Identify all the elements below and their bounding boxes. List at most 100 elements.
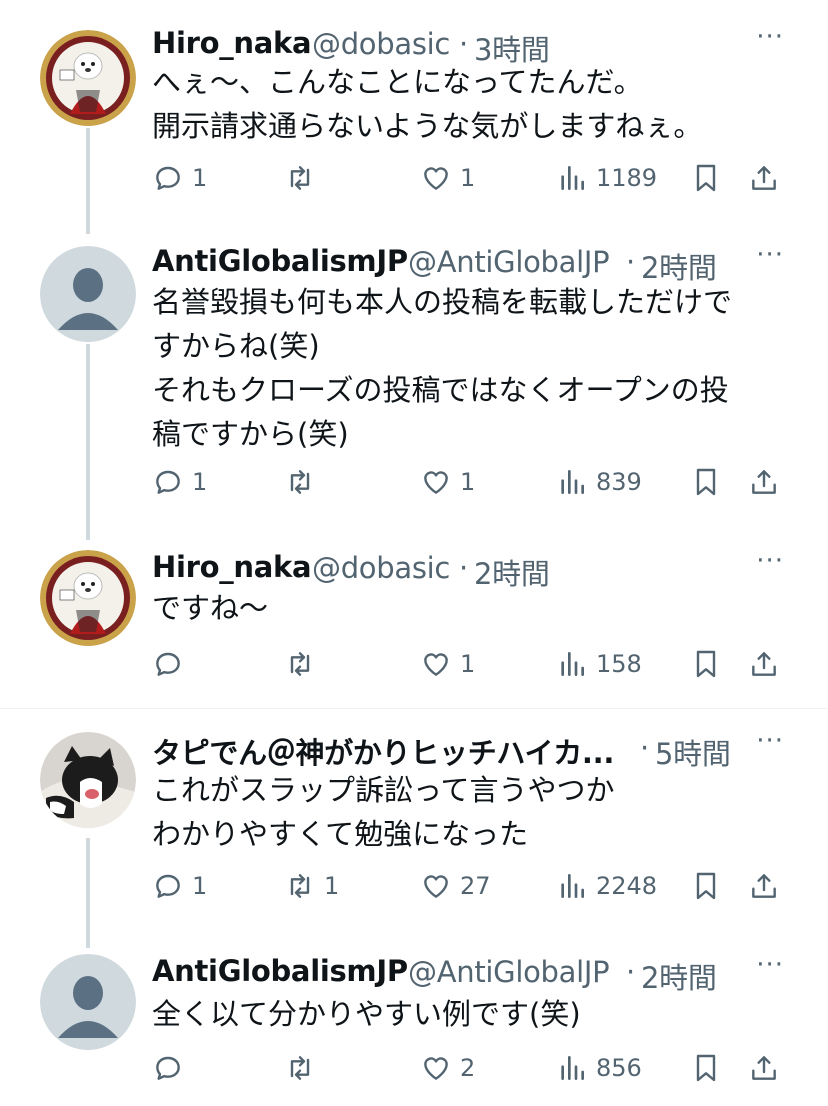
reply-icon — [156, 1056, 180, 1080]
bookmark-icon — [696, 164, 716, 192]
reply-button[interactable]: 1 — [152, 462, 207, 502]
tweet-text-line: それもクローズの投稿ではなくオープンの投 — [152, 373, 729, 407]
bookmark-icon — [696, 1054, 716, 1082]
share-icon — [752, 1056, 776, 1080]
heart-icon — [424, 1057, 448, 1080]
more-options-icon[interactable]: ··· — [756, 546, 784, 576]
avatar[interactable] — [40, 246, 136, 342]
views-count: 839 — [596, 468, 642, 496]
retweet-button[interactable] — [284, 158, 324, 198]
retweet-icon — [290, 652, 310, 676]
reply-icon — [156, 874, 180, 898]
handle[interactable]: @AntiGlobalJP — [408, 955, 610, 989]
reply-button[interactable]: 1 — [152, 158, 207, 198]
action-bar: 1 1 27 2248 — [152, 866, 792, 906]
reply-button[interactable] — [152, 1048, 192, 1088]
views-icon — [561, 874, 584, 898]
avatar[interactable] — [40, 954, 136, 1050]
views-count: 2248 — [596, 872, 658, 900]
views-button[interactable]: 158 — [556, 644, 642, 684]
views-icon — [561, 470, 584, 494]
like-button[interactable]: 1 — [420, 462, 475, 502]
more-options-icon[interactable]: ··· — [756, 726, 784, 756]
like-button[interactable]: 2 — [420, 1048, 475, 1088]
heart-icon — [424, 653, 448, 676]
separator: · — [626, 245, 635, 279]
views-button[interactable]: 839 — [556, 462, 642, 502]
tweet-text-line: 名誉毀損も何も本人の投稿を転載しただけで — [152, 285, 733, 319]
action-bar: 1 1 839 — [152, 462, 792, 502]
views-button[interactable]: 1189 — [556, 158, 657, 198]
like-count: 1 — [460, 468, 476, 496]
retweet-icon — [290, 166, 310, 190]
more-options-icon[interactable]: ··· — [756, 22, 784, 52]
retweet-button[interactable] — [284, 644, 324, 684]
bookmark-button[interactable] — [690, 158, 722, 198]
bookmark-button[interactable] — [690, 866, 722, 906]
tweet[interactable]: AntiGlobalismJP @AntiGlobalJP · 2時間 ··· … — [0, 240, 828, 520]
bookmark-button[interactable] — [690, 644, 722, 684]
retweet-button[interactable] — [284, 462, 324, 502]
views-count: 158 — [596, 650, 642, 678]
separator: · — [626, 955, 635, 989]
bookmark-button[interactable] — [690, 1048, 722, 1088]
tweet-text: これがスラップ訴訟って言うやつか わかりやすくて勉強になった — [152, 768, 772, 856]
retweet-button[interactable] — [284, 1048, 324, 1088]
like-button[interactable]: 27 — [420, 866, 491, 906]
views-button[interactable]: 2248 — [556, 866, 657, 906]
more-options-icon[interactable]: ··· — [756, 950, 784, 980]
tweet[interactable]: AntiGlobalismJP @AntiGlobalJP · 2時間 ··· … — [0, 950, 828, 1100]
views-icon — [561, 1056, 584, 1080]
display-name[interactable]: Hiro_naka — [152, 550, 312, 584]
handle[interactable]: @dobasic — [312, 551, 450, 585]
reply-button[interactable] — [152, 644, 192, 684]
views-button[interactable]: 856 — [556, 1048, 642, 1088]
separator: · — [459, 27, 468, 61]
tweet-text-line: 全く以て分かりやすい例です(笑) — [152, 997, 581, 1031]
tweet-text-line: すからね(笑) — [152, 329, 320, 363]
share-button[interactable] — [748, 1048, 780, 1088]
views-count: 856 — [596, 1054, 642, 1082]
tweet-text-line: へぇ〜、こんなことになってたんだ。 — [152, 65, 643, 99]
reply-count: 1 — [192, 164, 208, 192]
tweet[interactable]: Hiro_naka @dobasic · 2時間 ··· ですね〜 1 158 — [0, 546, 828, 686]
separator: · — [640, 731, 649, 765]
handle[interactable]: @AntiGlobalJP — [408, 245, 610, 279]
reply-button[interactable]: 1 — [152, 866, 207, 906]
retweet-button[interactable]: 1 — [284, 866, 339, 906]
bookmark-button[interactable] — [690, 462, 722, 502]
retweet-icon — [290, 1056, 310, 1080]
display-name[interactable]: Hiro_naka — [152, 26, 312, 60]
handle[interactable]: @dobasic — [312, 27, 450, 61]
like-count: 27 — [460, 872, 491, 900]
avatar[interactable] — [40, 732, 136, 828]
tweet[interactable]: Hiro_naka @dobasic · 3時間 ··· へぇ〜、こんなことにな… — [0, 22, 828, 222]
like-count: 1 — [460, 650, 476, 678]
reply-count: 1 — [192, 872, 208, 900]
display-name[interactable]: タピでん＠神がかりヒッチハイカ... — [152, 730, 614, 772]
display-name[interactable]: AntiGlobalismJP — [152, 954, 408, 988]
tweet-text-line: これがスラップ訴訟って言うやつか — [152, 773, 615, 807]
views-icon — [561, 166, 584, 190]
heart-icon — [424, 471, 448, 494]
avatar[interactable] — [40, 30, 136, 126]
timestamp[interactable]: 2時間 — [641, 955, 717, 997]
display-name[interactable]: AntiGlobalismJP — [152, 244, 408, 278]
avatar[interactable] — [40, 550, 136, 646]
share-button[interactable] — [748, 462, 780, 502]
like-button[interactable]: 1 — [420, 158, 475, 198]
share-icon — [752, 652, 776, 676]
thread-divider — [0, 708, 828, 709]
tweet[interactable]: タピでん＠神がかりヒッチハイカ... · 5時間 ··· これがスラップ訴訟って… — [0, 726, 828, 910]
like-count: 1 — [460, 164, 476, 192]
more-options-icon[interactable]: ··· — [756, 240, 784, 270]
share-button[interactable] — [748, 158, 780, 198]
views-count: 1189 — [596, 164, 658, 192]
share-button[interactable] — [748, 644, 780, 684]
share-button[interactable] — [748, 866, 780, 906]
like-button[interactable]: 1 — [420, 644, 475, 684]
tweet-text: ですね〜 — [152, 586, 772, 630]
timestamp[interactable]: 5時間 — [655, 731, 731, 773]
reply-icon — [156, 470, 180, 494]
tweet-text: 名誉毀損も何も本人の投稿を転載しただけで すからね(笑) それもクローズの投稿で… — [152, 280, 772, 456]
